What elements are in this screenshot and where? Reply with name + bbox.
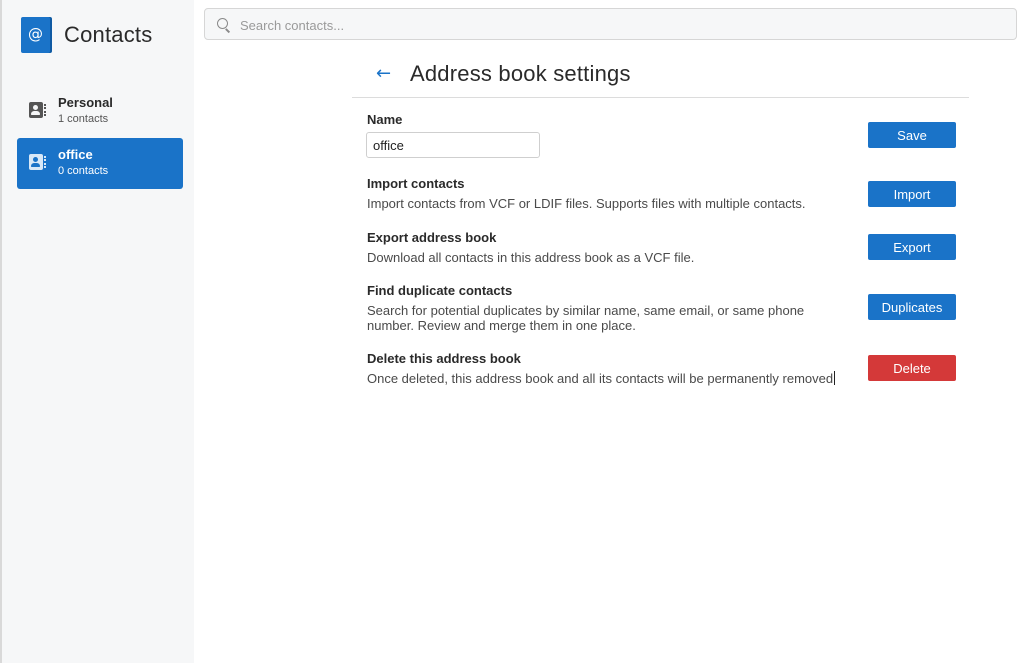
export-button[interactable]: Export [868,234,956,260]
title-divider [352,97,969,98]
name-label: Name [367,112,403,127]
page-title: Address book settings [410,61,631,86]
sidebar: @ Contacts Personal 1 contacts office 0 … [0,0,194,663]
delete-description: Once deleted, this address book and all … [367,371,834,386]
import-button[interactable]: Import [868,181,956,207]
search-input[interactable] [238,14,1002,36]
duplicates-button[interactable]: Duplicates [868,294,956,320]
sidebar-item-label: Personal [58,95,113,110]
sidebar-item-office[interactable]: office 0 contacts [17,138,183,189]
sidebar-item-count: 1 contacts [58,113,109,125]
app-brand: @ Contacts [21,17,152,53]
address-book-icon [29,102,43,118]
duplicates-title: Find duplicate contacts [367,283,513,298]
search-bar [204,8,1017,40]
save-button[interactable]: Save [868,122,956,148]
app-title: Contacts [64,22,153,47]
contacts-logo-icon: @ [21,17,50,53]
delete-button[interactable]: Delete [868,355,956,381]
text-cursor [834,371,836,385]
duplicates-description-line-1: Search for potential duplicates by simil… [367,303,805,318]
address-book-name-input[interactable] [366,132,540,158]
sidebar-item-label: office [58,147,93,162]
import-title: Import contacts [367,176,465,191]
export-title: Export address book [367,230,497,245]
duplicates-description-line-2: number. Review and merge them in one pla… [367,318,636,333]
export-description: Download all contacts in this address bo… [367,250,695,265]
address-book-icon [29,154,43,170]
import-description: Import contacts from VCF or LDIF files. … [367,196,806,211]
search-icon [217,18,228,29]
delete-description-wrap: Once deleted, this address book and all … [367,371,836,386]
back-arrow-icon[interactable]: ← [376,63,391,84]
sidebar-item-count: 0 contacts [58,165,109,177]
sidebar-item-personal[interactable]: Personal 1 contacts [17,86,183,137]
delete-title: Delete this address book [367,351,521,366]
